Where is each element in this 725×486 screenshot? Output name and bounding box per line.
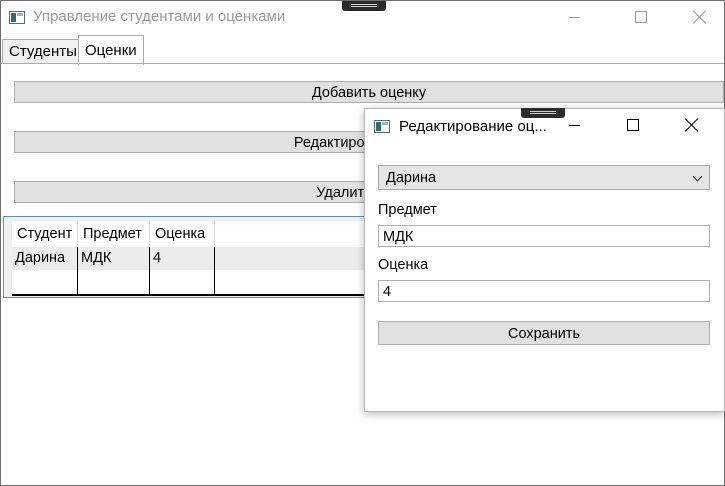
minimize-icon <box>569 125 580 126</box>
drag-handle-icon[interactable] <box>342 1 386 11</box>
minimize-icon <box>569 17 580 18</box>
save-button[interactable]: Сохранить <box>378 321 710 345</box>
column-header-student[interactable]: Студент <box>12 221 78 248</box>
main-window-title: Управление студентами и оценками <box>33 8 286 25</box>
column-header-grade[interactable]: Оценка <box>150 221 215 248</box>
tab-divider <box>1 63 724 64</box>
column-divider <box>214 247 215 296</box>
close-button[interactable] <box>678 1 724 33</box>
grade-field[interactable]: 4 <box>378 280 710 302</box>
add-grade-button[interactable]: Добавить оценку <box>14 81 724 103</box>
cell-subject[interactable]: МДК <box>78 247 150 270</box>
dialog-minimize-button[interactable] <box>552 109 598 141</box>
maximize-icon <box>627 119 639 131</box>
cell-student[interactable]: Дарина <box>12 247 78 270</box>
column-header-subject[interactable]: Предмет <box>78 221 150 248</box>
chevron-down-icon <box>692 171 703 182</box>
subject-label: Предмет <box>378 202 437 218</box>
main-title-bar[interactable]: Управление студентами и оценками <box>1 1 724 33</box>
app-icon <box>9 11 25 24</box>
cell-grade[interactable]: 4 <box>150 247 215 270</box>
dialog-close-button[interactable] <box>670 109 716 141</box>
subject-field[interactable]: МДК <box>378 225 710 247</box>
column-divider <box>149 247 150 296</box>
close-icon <box>693 10 707 24</box>
dialog-title-bar[interactable]: Редактирование оц... <box>365 108 724 141</box>
maximize-icon <box>635 11 647 23</box>
student-combobox[interactable]: Дарина <box>378 165 710 190</box>
tab-grades[interactable]: Оценки <box>78 35 144 65</box>
tab-students[interactable]: Студенты <box>2 39 84 64</box>
minimize-button[interactable] <box>552 1 598 33</box>
dialog-maximize-button[interactable] <box>610 109 656 141</box>
edit-grade-dialog: Редактирование оц... Дарина Предмет МДК … <box>364 108 725 412</box>
grade-label: Оценка <box>378 257 429 273</box>
dialog-app-icon <box>374 120 390 133</box>
close-icon <box>685 118 699 132</box>
student-combobox-value: Дарина <box>386 170 437 186</box>
column-divider <box>77 247 78 296</box>
dialog-title: Редактирование оц... <box>399 118 547 135</box>
maximize-button[interactable] <box>618 1 664 33</box>
